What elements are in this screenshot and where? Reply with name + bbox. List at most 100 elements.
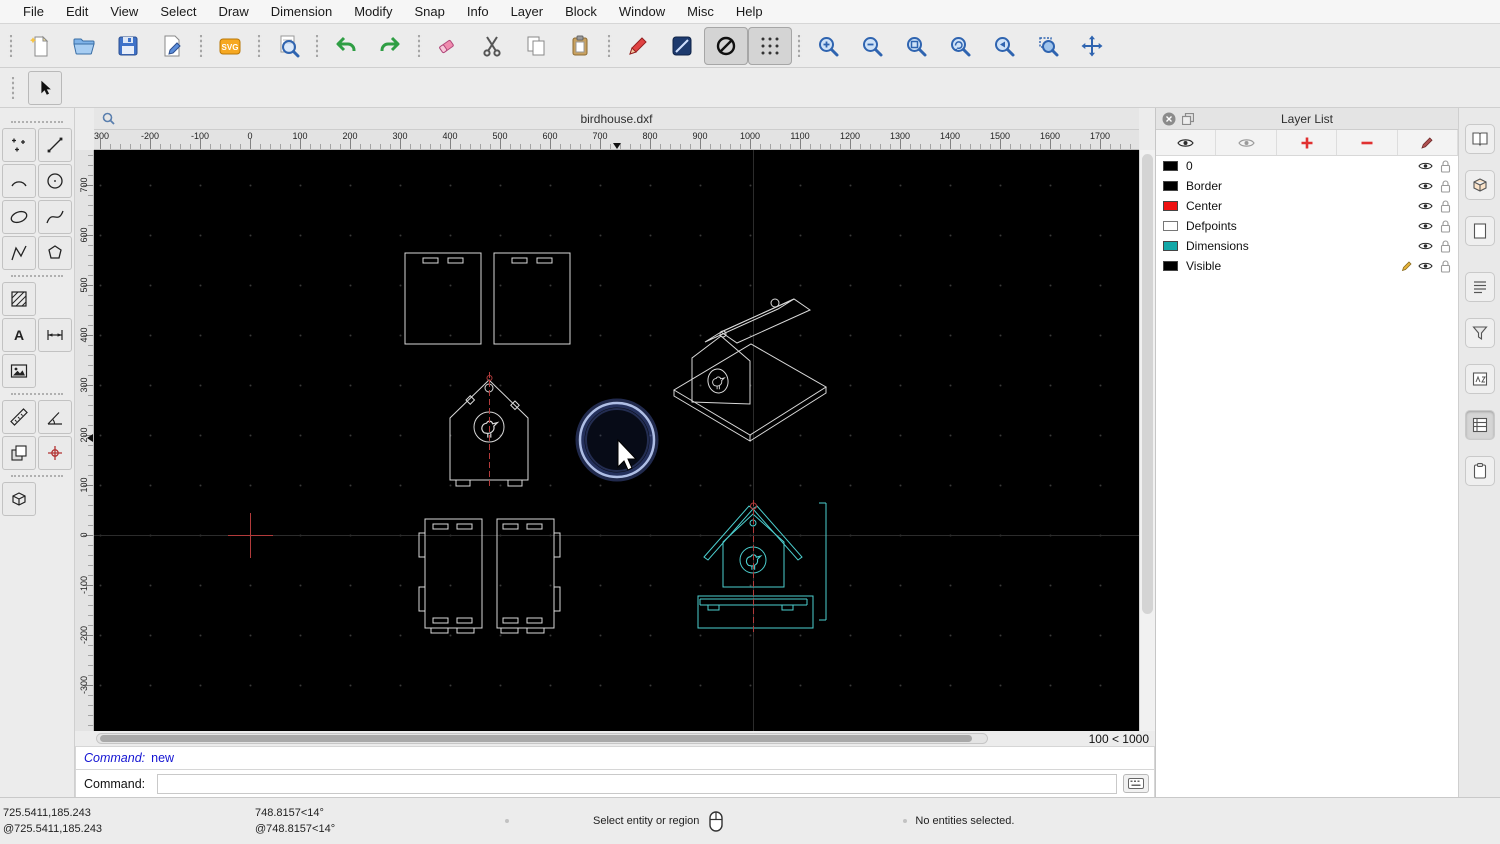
vertical-scrollbar[interactable] [1139,150,1155,731]
menu-layer[interactable]: Layer [500,0,555,23]
toolbar-handle[interactable] [416,34,422,57]
vertical-scrollbar-thumb[interactable] [1142,154,1153,614]
svg-export-button[interactable]: SVG [208,27,252,65]
menu-misc[interactable]: Misc [676,0,725,23]
entity-isometric-view[interactable] [673,298,827,442]
circle-tool[interactable] [38,164,72,198]
zoom-out-button[interactable] [850,27,894,65]
save-file-button[interactable] [106,27,150,65]
entity-filter-toggle[interactable] [1464,318,1495,348]
menu-window[interactable]: Window [608,0,676,23]
cut-button[interactable] [470,27,514,65]
toolbar-handle[interactable] [10,76,16,99]
menu-view[interactable]: View [99,0,149,23]
polyline-tool[interactable] [2,236,36,270]
menu-info[interactable]: Info [456,0,500,23]
menu-file[interactable]: File [12,0,55,23]
menu-select[interactable]: Select [149,0,207,23]
layer-visibility-toggle[interactable] [1418,181,1433,191]
entity-assembled-front-selected[interactable] [697,502,827,629]
layer-lock-toggle[interactable] [1440,159,1451,173]
entity-centerline-front[interactable] [486,372,493,488]
layer-lock-toggle[interactable] [1440,219,1451,233]
layer-list-toggle[interactable] [1464,410,1495,440]
pen-wizard-toggle[interactable] [1464,364,1495,394]
grid-toggle-button[interactable] [748,26,792,65]
zoom-in-button[interactable] [806,27,850,65]
zoom-pan-button[interactable] [1070,27,1114,65]
layer-lock-toggle[interactable] [1440,239,1451,253]
toolbar-handle[interactable] [606,34,612,57]
library-browser-toggle[interactable] [1464,124,1495,154]
ellipse-tool[interactable] [2,200,36,234]
layer-row[interactable]: Dimensions [1156,236,1458,256]
layer-visibility-toggle[interactable] [1418,161,1433,171]
document-titlebar[interactable]: birdhouse.dxf [94,108,1139,130]
3d-view-tool[interactable] [2,482,36,516]
toolbar-handle[interactable] [796,34,802,57]
page-setup-toggle[interactable] [1464,216,1495,246]
line-tool[interactable] [38,128,72,162]
select-tool-button[interactable] [28,70,62,105]
horizontal-scrollbar[interactable]: 100 < 1000 [94,731,1155,746]
polygon-tool[interactable] [38,236,72,270]
show-all-layers-button[interactable] [1156,130,1217,155]
float-panel-button[interactable] [1182,112,1194,125]
zoom-auto-button[interactable] [894,27,938,65]
toolbar-handle[interactable] [314,34,320,57]
layer-lock-toggle[interactable] [1440,179,1451,193]
layer-row[interactable]: Visible [1156,256,1458,276]
hide-all-layers-button[interactable] [1216,130,1277,155]
layer-row[interactable]: Center [1156,196,1458,216]
remove-layer-button[interactable] [1337,130,1398,155]
redo-button[interactable] [368,27,412,65]
points-tool[interactable] [2,128,36,162]
horizontal-scrollbar-thumb[interactable] [100,735,972,742]
no-fill-toggle-button[interactable] [704,26,748,65]
zoom-window-button[interactable] [1026,27,1070,65]
layer-visibility-toggle[interactable] [1418,261,1433,271]
menu-modify[interactable]: Modify [343,0,403,23]
drawing-canvas[interactable] [94,150,1139,731]
new-file-button[interactable] [18,27,62,65]
layer-visibility-toggle[interactable] [1418,241,1433,251]
image-tool[interactable] [2,354,36,388]
edit-layer-button[interactable] [1398,130,1459,155]
layer-visibility-toggle[interactable] [1418,221,1433,231]
entity-attributes-button[interactable] [660,27,704,65]
measure-angle-tool[interactable] [38,400,72,434]
paste-button[interactable] [558,27,602,65]
undo-button[interactable] [324,27,368,65]
cad-drawing[interactable] [94,150,1139,731]
edit-entity-tool[interactable] [38,436,72,470]
pen-attributes-button[interactable] [616,27,660,65]
entity-side-panels[interactable] [418,518,561,634]
layer-row[interactable]: Defpoints [1156,216,1458,236]
text-tool[interactable]: A [2,318,36,352]
toolbar-handle[interactable] [8,34,14,57]
print-preview-button[interactable] [266,27,310,65]
entity-list-toggle[interactable] [1464,272,1495,302]
command-input[interactable] [157,773,1117,794]
menu-snap[interactable]: Snap [404,0,456,23]
dimension-tool[interactable] [38,318,72,352]
toolbar-handle[interactable] [256,34,262,57]
zoom-redraw-button[interactable] [938,27,982,65]
layer-lock-toggle[interactable] [1440,199,1451,213]
layer-lock-toggle[interactable] [1440,259,1451,273]
save-as-button[interactable] [150,27,194,65]
menu-block[interactable]: Block [554,0,608,23]
toolbar-handle[interactable] [198,34,204,57]
clipboard-panel-toggle[interactable] [1464,456,1495,486]
keyboard-toggle-button[interactable] [1123,774,1149,793]
measure-distance-tool[interactable] [2,400,36,434]
zoom-previous-button[interactable] [982,27,1026,65]
menu-draw[interactable]: Draw [207,0,259,23]
block-list-toggle[interactable] [1464,170,1495,200]
menu-edit[interactable]: Edit [55,0,99,23]
layer-visibility-toggle[interactable] [1418,201,1433,211]
copy-button[interactable] [514,27,558,65]
menu-dimension[interactable]: Dimension [260,0,343,23]
menu-help[interactable]: Help [725,0,774,23]
arc-tool[interactable] [2,164,36,198]
